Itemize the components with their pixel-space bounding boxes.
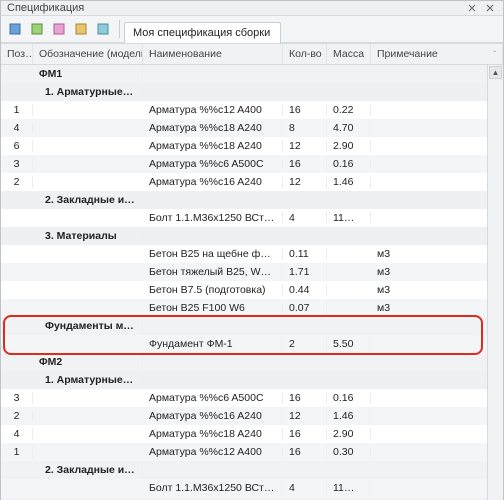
table-row[interactable]: Бетон В25 на щебне фрак…0.11м3	[1, 245, 503, 263]
toolbar-btn-5[interactable]	[93, 19, 113, 39]
table-row[interactable]: ΦМ2	[1, 353, 503, 371]
spec-tab[interactable]: Моя спецификация сборки	[124, 22, 281, 44]
col-desig[interactable]: Обозначение (модель)	[33, 44, 143, 64]
spec-tab-label: Моя спецификация сборки	[133, 27, 270, 39]
toolbar-btn-2[interactable]	[27, 19, 47, 39]
toolbar: Моя спецификация сборки	[1, 16, 503, 43]
close-icon[interactable]	[483, 1, 497, 15]
table-row[interactable]: Бетон В25 F100 W60.07м3	[1, 299, 503, 317]
table-row[interactable]: 1Арматура %%c12 A400160.22	[1, 101, 503, 119]
table-row[interactable]: 2Арматура %%c16 A240121.46	[1, 173, 503, 191]
panel-title: Спецификация	[7, 2, 84, 14]
grid: Поз… Обозначение (модель) Наименование К…	[1, 43, 503, 500]
col-note[interactable]: Примечание ˆ	[371, 44, 503, 64]
table-row[interactable]: 2Арматура %%c16 A240121.46	[1, 407, 503, 425]
table-row[interactable]: Болт 1.1.М36х1250 ВСт3к…411…	[1, 209, 503, 227]
scroll-up-icon[interactable]: ▲	[489, 66, 502, 79]
table-row[interactable]: 2. Закладные изделия	[1, 191, 503, 209]
chevron-up-icon: ˆ	[493, 50, 496, 59]
table-row[interactable]: ΦМ1	[1, 65, 503, 83]
table-row[interactable]: 1. Арматурные изделия	[1, 371, 503, 389]
titlebar: Спецификация	[1, 1, 503, 16]
toolbar-divider	[119, 20, 120, 38]
grid-body[interactable]: ΦМ11. Арматурные изделия1Арматура %%c12 …	[1, 65, 503, 500]
toolbar-btn-3[interactable]	[49, 19, 69, 39]
vertical-scrollbar[interactable]: ▲ ▼	[487, 65, 503, 500]
table-row[interactable]: 6Арматура %%c18 A240122.90	[1, 137, 503, 155]
table-row[interactable]: 2. Закладные изделия	[1, 461, 503, 479]
table-row[interactable]: Бетон В7.5 (подготовка)0.44м3	[1, 281, 503, 299]
table-row[interactable]: 4Арматура %%c18 A24084.70	[1, 119, 503, 137]
table-row[interactable]: 3. Материалы	[1, 227, 503, 245]
table-row[interactable]: Фундамент ФМ-125.50	[1, 335, 503, 353]
table-row[interactable]: 3Арматура %%c6 A500C160.16	[1, 155, 503, 173]
col-pos[interactable]: Поз…	[1, 44, 33, 64]
pin-icon[interactable]	[465, 1, 479, 15]
table-row[interactable]: Бетон тяжелый В25, W4,…1.71м3	[1, 263, 503, 281]
col-qty[interactable]: Кол-во	[283, 44, 327, 64]
table-row[interactable]: 1Арматура %%c12 A400160.30	[1, 443, 503, 461]
col-mass[interactable]: Масса	[327, 44, 371, 64]
table-row[interactable]: Болт 1.1.М36х1250 ВСт3к…411…	[1, 479, 503, 497]
toolbar-btn-4[interactable]	[71, 19, 91, 39]
table-row[interactable]: 3Арматура %%c6 A500C160.16	[1, 389, 503, 407]
table-row[interactable]: Фундаменты монолитные	[1, 317, 503, 335]
spec-panel: Спецификация Моя спецификация сборки	[0, 0, 504, 500]
toolbar-btn-1[interactable]	[5, 19, 25, 39]
col-name[interactable]: Наименование	[143, 44, 283, 64]
table-row[interactable]: 4Арматура %%c18 A240162.90	[1, 425, 503, 443]
grid-header: Поз… Обозначение (модель) Наименование К…	[1, 44, 503, 65]
table-row[interactable]: 1. Арматурные изделия	[1, 83, 503, 101]
